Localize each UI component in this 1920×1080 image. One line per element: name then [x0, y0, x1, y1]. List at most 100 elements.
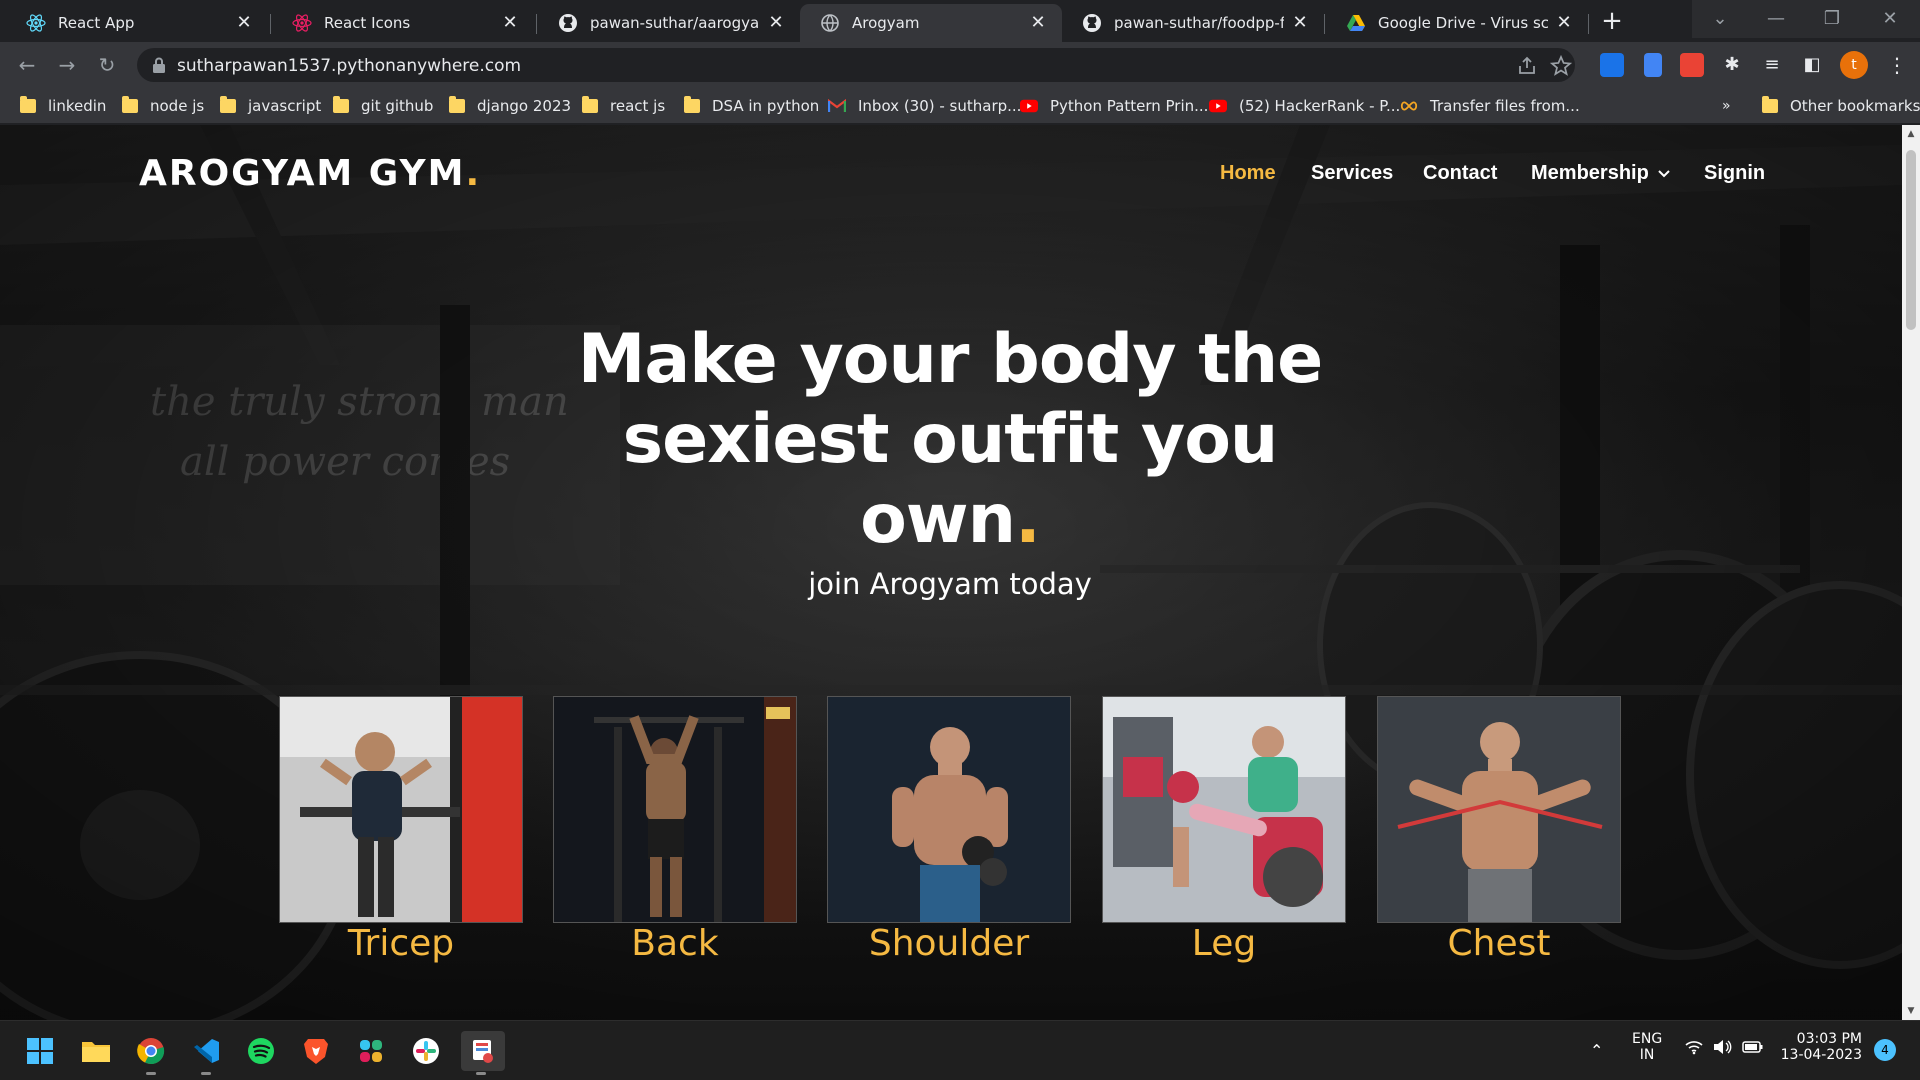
nav-services[interactable]: Services	[1311, 162, 1393, 185]
workout-label[interactable]: Shoulder	[827, 923, 1071, 964]
tab-search-icon[interactable]: ⌄	[1692, 0, 1748, 38]
github-icon	[558, 13, 578, 33]
scroll-down-icon[interactable]: ▼	[1906, 1006, 1916, 1016]
close-icon[interactable]: ✕	[1028, 13, 1048, 33]
bookmark-star-icon[interactable]	[1549, 54, 1573, 78]
tab-github-foodpp[interactable]: pawan-suthar/foodpp-flutt ✕	[1062, 4, 1324, 42]
tab-github-aarogyam[interactable]: pawan-suthar/aarogyam-gy ✕	[538, 4, 800, 42]
side-panel-icon[interactable]: ◧	[1797, 50, 1827, 80]
bookmark-item[interactable]: git github	[333, 95, 433, 117]
file-explorer-icon[interactable]	[76, 1031, 116, 1071]
speaker-icon[interactable]	[1712, 1039, 1732, 1059]
workout-label[interactable]: Back	[553, 923, 797, 964]
bookmark-item[interactable]: Inbox (30) - sutharp...	[828, 95, 1021, 117]
chevron-down-icon	[1658, 169, 1670, 177]
chrome-icon[interactable]	[131, 1031, 171, 1075]
close-icon[interactable]: ✕	[766, 13, 786, 33]
workout-card-leg[interactable]	[1102, 696, 1346, 923]
leg-machine-photo	[1103, 697, 1345, 922]
vscode-icon[interactable]	[186, 1031, 226, 1075]
hero-dot: .	[1015, 480, 1041, 559]
extension-icon[interactable]	[1600, 53, 1624, 77]
workout-label[interactable]: Chest	[1377, 923, 1621, 964]
bookmark-item[interactable]: Python Pattern Prin...	[1020, 95, 1208, 117]
nav-signin[interactable]: Signin	[1704, 162, 1765, 185]
tab-google-drive[interactable]: Google Drive - Virus scan w ✕	[1326, 4, 1588, 42]
wifi-icon[interactable]	[1684, 1039, 1704, 1059]
extension-icon[interactable]	[1680, 53, 1704, 77]
bookmark-label: git github	[361, 97, 434, 115]
bookmark-item[interactable]: node js	[122, 95, 204, 117]
hero-title: Make your body the sexiest outfit you ow…	[560, 320, 1340, 560]
bookmark-item[interactable]: (52) HackerRank - P...	[1209, 95, 1400, 117]
restore-icon[interactable]: ❐	[1804, 0, 1860, 38]
new-tab-button[interactable]: +	[1598, 8, 1626, 36]
close-icon[interactable]: ✕	[1554, 13, 1574, 33]
folder-icon	[333, 96, 349, 113]
tab-strip: React App ✕ React Icons ✕ pawan-suthar/a…	[0, 0, 1920, 42]
workout-card-chest[interactable]	[1377, 696, 1621, 923]
workout-label[interactable]: Tricep	[279, 923, 523, 964]
bookmark-item[interactable]: linkedin	[20, 95, 106, 117]
brand-dot: .	[465, 153, 482, 194]
close-icon[interactable]: ✕	[234, 13, 254, 33]
language-indicator[interactable]: ENG IN	[1632, 1031, 1662, 1063]
workout-card-tricep[interactable]	[279, 696, 523, 923]
snipping-tool-icon[interactable]	[461, 1031, 505, 1075]
profile-avatar[interactable]: t	[1840, 51, 1868, 79]
close-icon[interactable]: ✕	[1290, 13, 1310, 33]
back-icon[interactable]: ←	[12, 50, 42, 80]
tab-react-icons[interactable]: React Icons ✕	[272, 4, 534, 42]
notification-badge[interactable]: 4	[1874, 1039, 1896, 1061]
bookmarks-overflow-button[interactable]: »	[1722, 95, 1731, 117]
tab-arogyam[interactable]: Arogyam ✕	[800, 4, 1062, 42]
hero-line-3-text: own	[860, 480, 1016, 559]
tab-react-app[interactable]: React App ✕	[6, 4, 268, 42]
reading-list-icon[interactable]: ≡	[1757, 50, 1787, 80]
tab-title: pawan-suthar/aarogyam-gy	[590, 14, 760, 32]
scrollbar-thumb[interactable]	[1906, 150, 1916, 330]
forward-icon[interactable]: →	[52, 50, 82, 80]
nav-home[interactable]: Home	[1220, 162, 1276, 185]
bookmark-label: django 2023	[477, 97, 572, 115]
nav-contact[interactable]: Contact	[1423, 162, 1497, 185]
slack-icon[interactable]	[351, 1031, 391, 1071]
nav-membership[interactable]: Membership	[1531, 162, 1671, 185]
menu-kebab-icon[interactable]: ⋮	[1882, 50, 1912, 80]
close-icon[interactable]: ✕	[500, 13, 520, 33]
scroll-up-icon[interactable]: ▲	[1906, 129, 1916, 139]
workout-label[interactable]: Leg	[1102, 923, 1346, 964]
youtube-icon	[1020, 98, 1038, 114]
clock[interactable]: 03:03 PM 13-04-2023	[1780, 1031, 1862, 1063]
folder-icon	[449, 96, 465, 113]
page-scrollbar[interactable]: ▲ ▼	[1902, 125, 1920, 1020]
puzzle-icon[interactable]: ✱	[1717, 50, 1747, 80]
docs-extension-icon[interactable]	[1644, 53, 1662, 77]
language-code: ENG	[1632, 1031, 1663, 1047]
other-bookmarks[interactable]: Other bookmarks	[1762, 95, 1920, 117]
workout-card-shoulder[interactable]	[827, 696, 1071, 923]
minimize-icon[interactable]: —	[1748, 0, 1804, 38]
bookmark-item[interactable]: django 2023	[449, 95, 571, 117]
workout-card-back[interactable]	[553, 696, 797, 923]
address-bar[interactable]: sutharpawan1537.pythonanywhere.com	[137, 48, 1575, 82]
bookmark-item[interactable]: javascript	[220, 95, 321, 117]
chevron-up-icon[interactable]: ⌃	[1590, 1041, 1603, 1060]
slack-icon[interactable]	[406, 1031, 446, 1071]
brand-text: AROGYAM GYM	[139, 153, 466, 194]
spotify-icon[interactable]	[241, 1031, 281, 1071]
brand-logo[interactable]: AROGYAM GYM.	[139, 153, 481, 194]
battery-icon[interactable]	[1742, 1039, 1764, 1059]
windows-start-icon[interactable]	[20, 1031, 60, 1071]
share-icon[interactable]	[1515, 54, 1539, 78]
youtube-icon	[1209, 98, 1227, 114]
reload-icon[interactable]: ↻	[92, 50, 122, 80]
infinity-icon	[1400, 98, 1418, 114]
bookmark-item[interactable]: Transfer files from...	[1400, 95, 1580, 117]
window-close-icon[interactable]: ✕	[1860, 0, 1920, 38]
lock-icon	[153, 57, 165, 73]
folder-icon	[684, 96, 700, 113]
bookmark-item[interactable]: DSA in python	[684, 95, 819, 117]
bookmark-item[interactable]: react js	[582, 95, 665, 117]
brave-icon[interactable]	[296, 1031, 336, 1071]
